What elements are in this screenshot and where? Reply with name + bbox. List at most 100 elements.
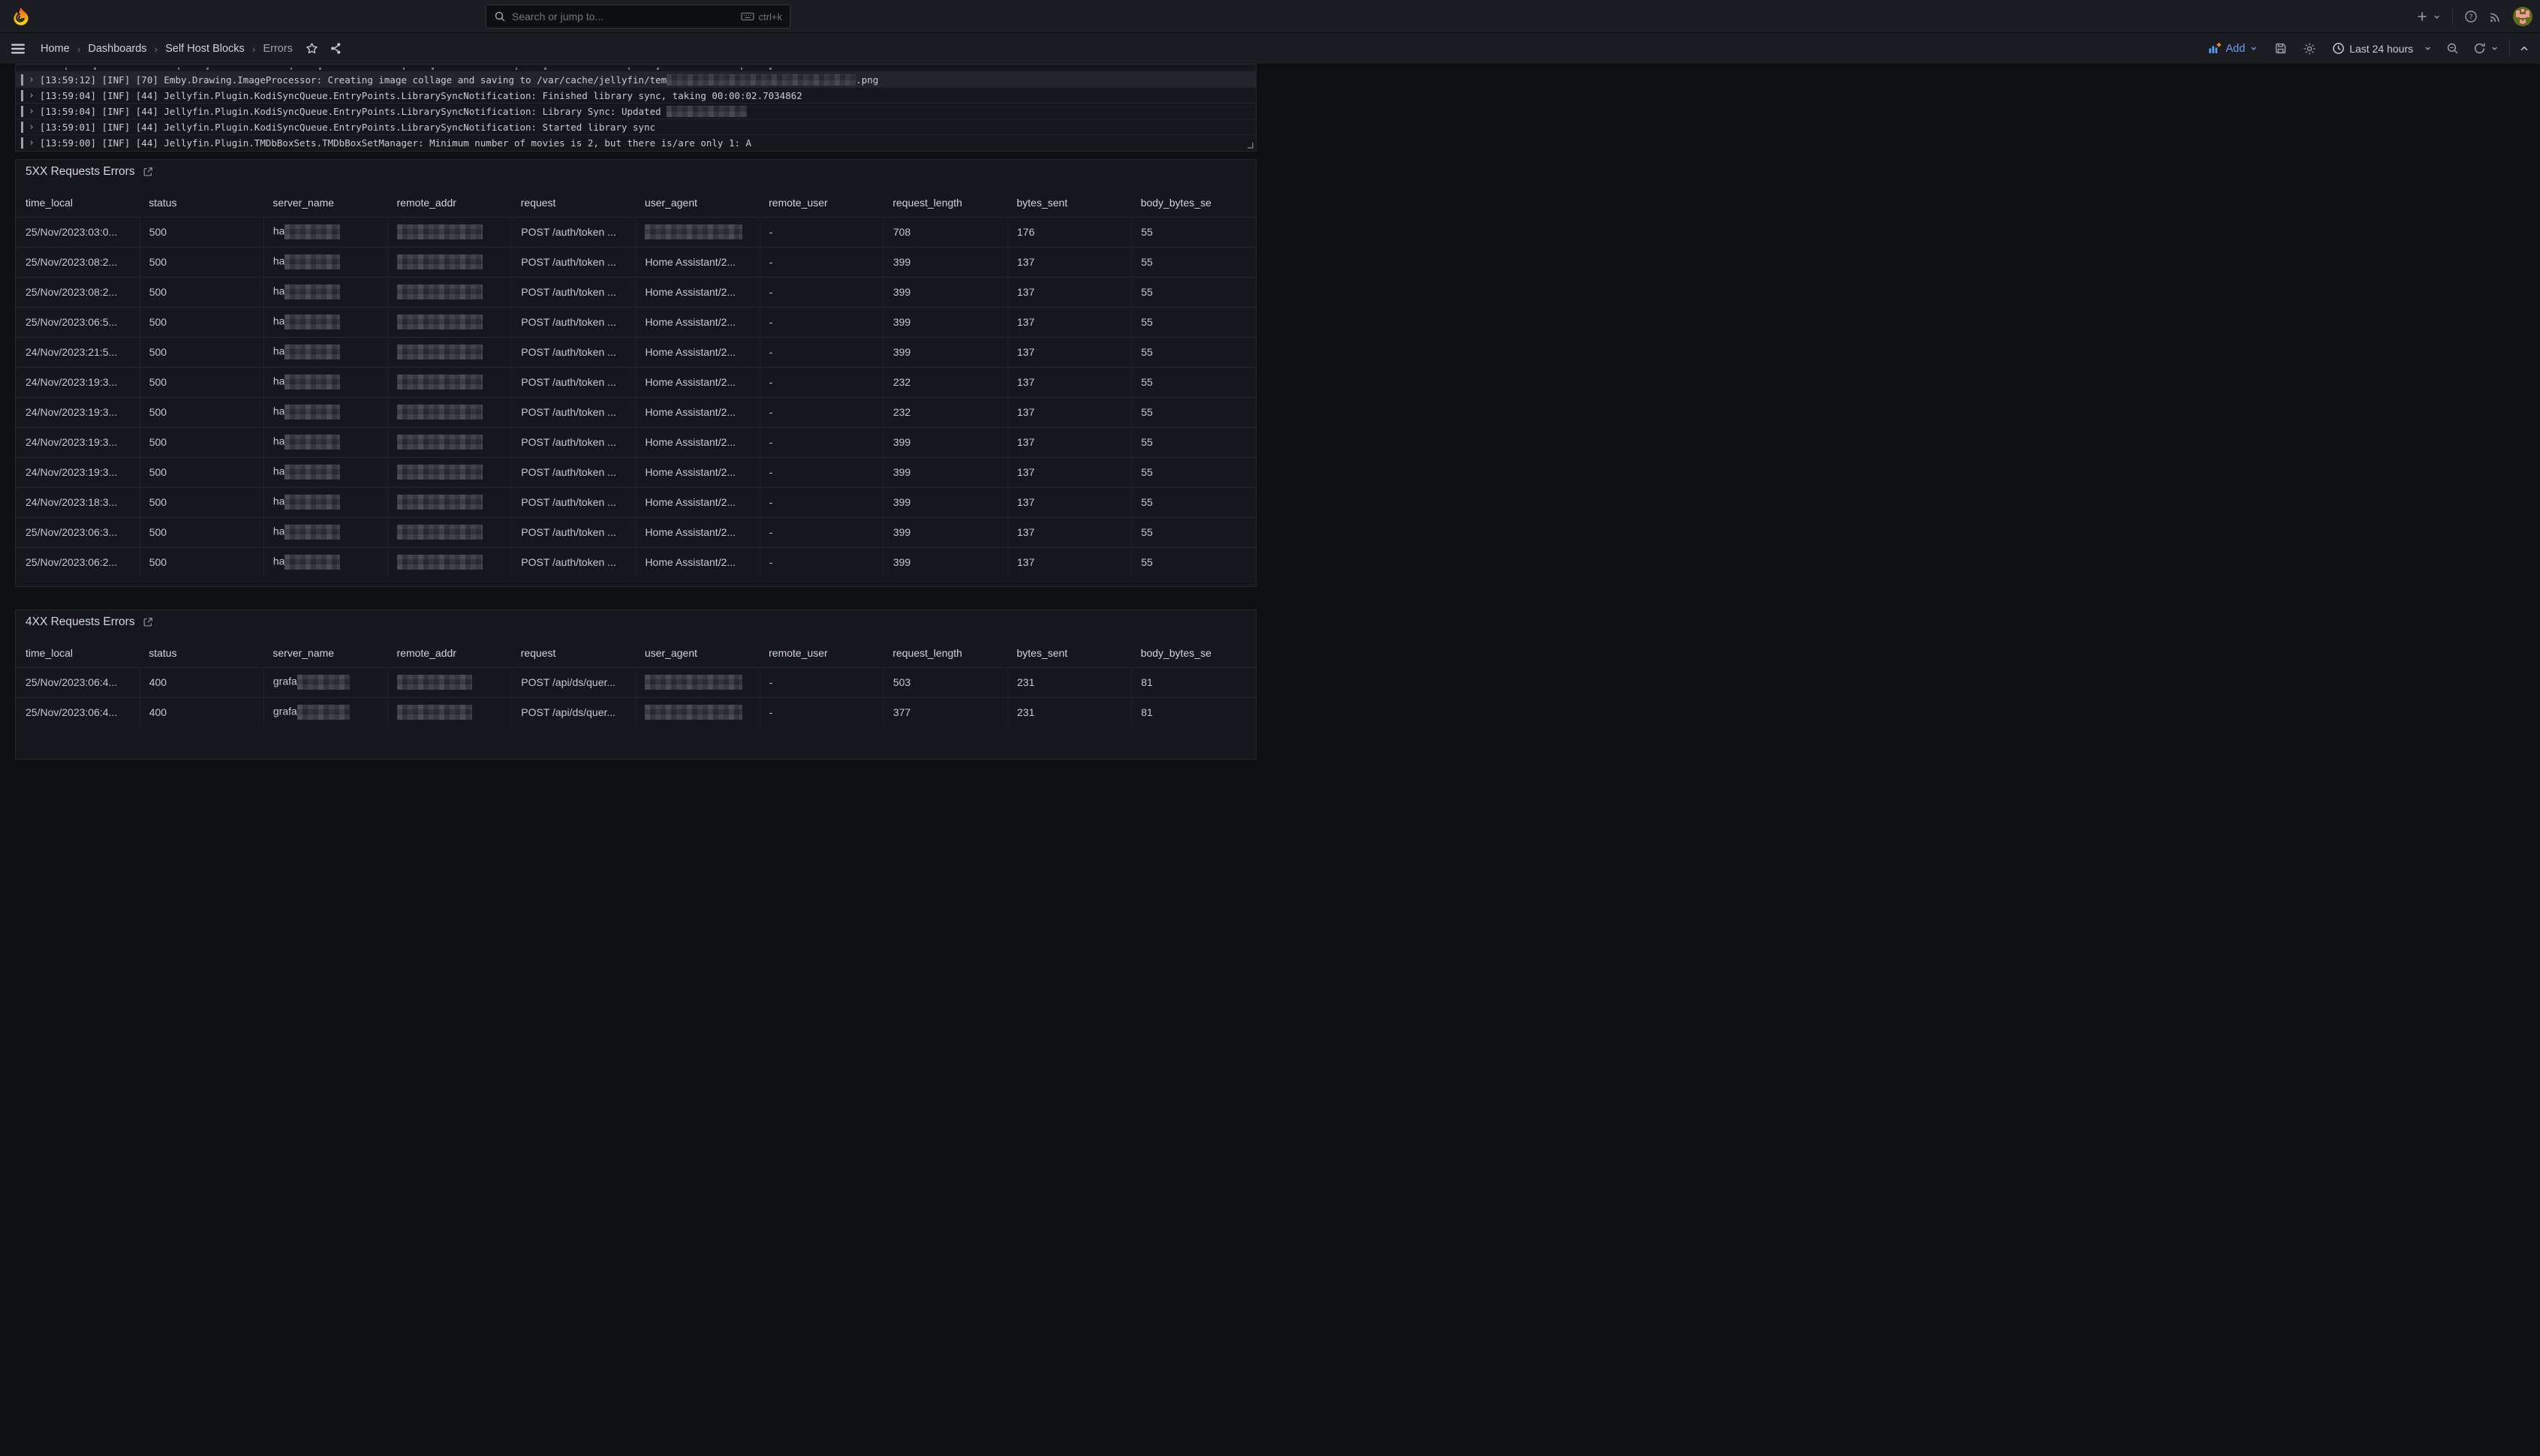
column-header-time_local[interactable]: time_local [16, 188, 140, 217]
table-cell: 708 [883, 217, 1007, 247]
column-header-status[interactable]: status [140, 188, 263, 217]
divider [2452, 8, 2453, 25]
table-cell: 400 [140, 667, 263, 697]
panel-title[interactable]: 4XX Requests Errors [26, 615, 135, 629]
column-header-request_length[interactable]: request_length [883, 188, 1007, 217]
redacted-block [667, 74, 856, 86]
column-header-remote_addr[interactable]: remote_addr [388, 639, 512, 667]
table-cell: 24/Nov/2023:18:3... [16, 487, 140, 517]
table-cell: - [760, 307, 883, 337]
table-cell: 399 [883, 307, 1007, 337]
column-header-request[interactable]: request [512, 188, 636, 217]
column-header-request[interactable]: request [512, 639, 636, 667]
redacted-block [645, 675, 742, 690]
new-button[interactable] [2416, 11, 2441, 23]
chevron-right-icon[interactable]: › [29, 106, 35, 117]
table-cell [636, 667, 760, 697]
table-cell: 137 [1008, 547, 1132, 577]
table-cell [388, 217, 512, 247]
add-button[interactable]: Add [2208, 42, 2258, 55]
time-range-picker[interactable]: Last 24 hours [2332, 42, 2432, 55]
log-row: ›[13:59:12] [INF] [70] Emby.Drawing.Imag… [16, 71, 1256, 87]
table-cell: ha [263, 307, 387, 337]
star-icon[interactable] [305, 42, 318, 55]
external-link-icon[interactable] [143, 617, 153, 627]
search-placeholder: Search or jump to... [512, 11, 735, 23]
gear-icon[interactable] [2303, 42, 2316, 56]
breadcrumb-home[interactable]: Home [41, 43, 70, 55]
svg-text:?: ? [2469, 13, 2472, 21]
chevron-right-icon[interactable]: › [29, 137, 35, 149]
table-row: 24/Nov/2023:21:5...500haPOST /auth/token… [16, 337, 1256, 367]
chevron-right-icon[interactable]: › [29, 74, 35, 86]
table-cell: POST /auth/token ... [512, 487, 636, 517]
grafana-logo[interactable] [11, 7, 31, 26]
table-cell: 232 [883, 367, 1007, 397]
table-cell: 503 [883, 667, 1007, 697]
redacted-block [397, 495, 483, 510]
table-cell: 55 [1132, 397, 1256, 427]
menu-icon[interactable] [11, 43, 26, 55]
search-input[interactable]: Search or jump to... ctrl+k [486, 5, 790, 29]
table-cell: POST /auth/token ... [512, 517, 636, 547]
redacted-block [667, 106, 747, 117]
chevron-up-icon[interactable] [2519, 44, 2529, 54]
redacted-block [284, 525, 340, 540]
table-cell: 399 [883, 487, 1007, 517]
table-cell: - [760, 517, 883, 547]
table-cell [388, 307, 512, 337]
log-row: ›[13:59:04] [INF] [44] Jellyfin.Plugin.K… [16, 103, 1256, 119]
rss-icon[interactable] [2489, 11, 2502, 23]
breadcrumb-dashboards[interactable]: Dashboards [88, 43, 146, 55]
column-header-bytes_sent[interactable]: bytes_sent [1008, 639, 1132, 667]
column-header-time_local[interactable]: time_local [16, 639, 140, 667]
zoom-out-icon[interactable] [2446, 42, 2459, 55]
column-header-user_agent[interactable]: user_agent [636, 639, 760, 667]
table-cell: 55 [1132, 337, 1256, 367]
chevron-right-icon[interactable]: › [29, 122, 35, 133]
column-header-server_name[interactable]: server_name [263, 639, 387, 667]
table-cell: ha [263, 367, 387, 397]
table-row: 24/Nov/2023:19:3...500haPOST /auth/token… [16, 427, 1256, 457]
save-icon[interactable] [2274, 42, 2287, 55]
share-icon[interactable] [330, 42, 342, 55]
table-cell: Home Assistant/2... [636, 457, 760, 487]
column-header-server_name[interactable]: server_name [263, 188, 387, 217]
table-cell: 137 [1008, 337, 1132, 367]
table-cell: 500 [140, 337, 263, 367]
table-cell: 24/Nov/2023:19:3... [16, 427, 140, 457]
redacted-block [297, 675, 350, 690]
table-cell: 399 [883, 547, 1007, 577]
column-header-user_agent[interactable]: user_agent [636, 188, 760, 217]
table-cell: 55 [1132, 427, 1256, 457]
keyboard-icon [741, 11, 754, 22]
column-header-body_bytes_se[interactable]: body_bytes_se [1132, 188, 1256, 217]
column-header-body_bytes_se[interactable]: body_bytes_se [1132, 639, 1256, 667]
column-header-status[interactable]: status [140, 639, 263, 667]
table-5xx: time_localstatusserver_nameremote_addrre… [16, 188, 1256, 577]
column-header-remote_user[interactable]: remote_user [760, 188, 883, 217]
help-icon[interactable]: ? [2464, 10, 2478, 23]
panel-title[interactable]: 5XX Requests Errors [26, 165, 135, 179]
external-link-icon[interactable] [143, 167, 153, 177]
table-cell: 55 [1132, 517, 1256, 547]
column-header-request_length[interactable]: request_length [883, 639, 1007, 667]
time-range-label: Last 24 hours [2349, 43, 2413, 55]
chevron-right-icon[interactable]: › [29, 90, 35, 101]
table-cell: 81 [1132, 667, 1256, 697]
column-header-bytes_sent[interactable]: bytes_sent [1008, 188, 1132, 217]
refresh-button[interactable] [2473, 42, 2499, 55]
breadcrumb-self-host-blocks[interactable]: Self Host Blocks [165, 43, 245, 55]
panel-resize-handle[interactable] [1247, 143, 1253, 149]
log-message: [13:59:04] [INF] [44] Jellyfin.Plugin.Ko… [40, 90, 802, 101]
table-cell: grafa [263, 697, 387, 727]
search-shortcut: ctrl+k [759, 11, 782, 23]
panel-4xx-requests-errors: 4XX Requests Errors time_localstatusserv… [15, 609, 1256, 760]
table-cell: - [760, 487, 883, 517]
column-header-remote_addr[interactable]: remote_addr [388, 188, 512, 217]
dashboard-toolbar: Home › Dashboards › Self Host Blocks › E… [0, 33, 2540, 65]
panel-5xx-requests-errors: 5XX Requests Errors time_localstatusserv… [15, 159, 1256, 587]
column-header-remote_user[interactable]: remote_user [760, 639, 883, 667]
avatar[interactable] [2513, 7, 2532, 26]
table-cell: 176 [1008, 217, 1132, 247]
